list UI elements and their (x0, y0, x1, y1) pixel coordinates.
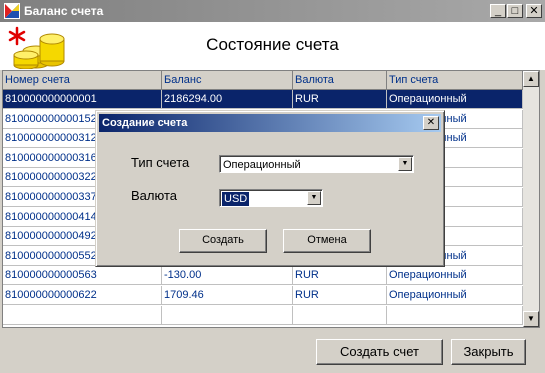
chevron-down-icon[interactable]: ▼ (398, 157, 412, 171)
table-cell-type: Операционный (387, 266, 523, 286)
table-scrollbar[interactable]: ▲ ▼ (523, 71, 539, 327)
dialog-title-bar[interactable]: Создание счета ✕ (99, 114, 441, 132)
table-cell-type: Операционный (387, 90, 523, 109)
title-bar[interactable]: Баланс счета _ □ ✕ (0, 0, 545, 22)
dialog-title: Создание счета (102, 117, 188, 129)
column-header-currency[interactable]: Валюта (293, 71, 387, 90)
dialog-create-button[interactable]: Создать (179, 229, 267, 253)
close-window-button[interactable]: ✕ (526, 4, 542, 18)
page-title: Состояние счета (206, 35, 339, 54)
minimize-button[interactable]: _ (490, 4, 506, 18)
table-cell-account (3, 305, 162, 325)
window-title: Баланс счета (24, 4, 104, 18)
table-cell-balance (162, 305, 293, 325)
table-cell-balance: -130.00 (162, 266, 293, 286)
currency-select[interactable]: USD ▼ (219, 189, 323, 207)
table-cell-type: Операционный (387, 286, 523, 305)
table-cell-currency (293, 305, 387, 325)
dialog-cancel-button[interactable]: Отмена (283, 229, 371, 253)
table-cell-balance: 2186294.00 (162, 90, 293, 109)
dialog-close-button[interactable]: ✕ (423, 116, 439, 130)
table-row[interactable]: 810000000000563 -130.00 RUR Операционный (3, 266, 523, 286)
table-cell-account: 810000000000563 (3, 266, 162, 286)
column-header-type[interactable]: Тип счета (387, 71, 523, 90)
table-cell-type (387, 305, 523, 325)
currency-value: USD (220, 191, 251, 207)
app-icon (4, 3, 20, 19)
table-cell-balance: 1709.46 (162, 286, 293, 305)
account-type-value: Операционный (223, 159, 301, 171)
table-row[interactable]: 810000000000001 2186294.00 RUR Операционный (3, 90, 523, 109)
main-window: Баланс счета _ □ ✕ Состояние счета Номер… (0, 0, 545, 373)
column-header-account[interactable]: Номер счета (3, 71, 162, 90)
table-row[interactable]: 810000000000622 1709.46 RUR Операционный (3, 286, 523, 305)
header-panel: Состояние счета (0, 22, 545, 70)
scroll-down-button[interactable]: ▼ (523, 311, 539, 327)
maximize-button[interactable]: □ (507, 4, 523, 18)
account-type-select[interactable]: Операционный ▼ (219, 155, 414, 173)
table-cell-currency: RUR (293, 286, 387, 305)
create-account-dialog: Создание счета ✕ Тип счета Операционный … (95, 110, 445, 267)
table-cell-account: 810000000000622 (3, 286, 162, 305)
table-row[interactable] (3, 305, 523, 325)
account-type-label: Тип счета (131, 155, 190, 170)
table-cell-currency: RUR (293, 90, 387, 109)
currency-label: Валюта (131, 188, 177, 203)
column-header-balance[interactable]: Баланс (162, 71, 293, 90)
create-account-button[interactable]: Создать счет (316, 339, 443, 365)
table-cell-account: 810000000000001 (3, 90, 162, 109)
close-button[interactable]: Закрыть (451, 339, 526, 365)
table-header: Номер счета Баланс Валюта Тип счета (3, 71, 523, 90)
table-cell-currency: RUR (293, 266, 387, 286)
chevron-down-icon[interactable]: ▼ (307, 191, 321, 205)
scroll-up-button[interactable]: ▲ (523, 71, 539, 87)
